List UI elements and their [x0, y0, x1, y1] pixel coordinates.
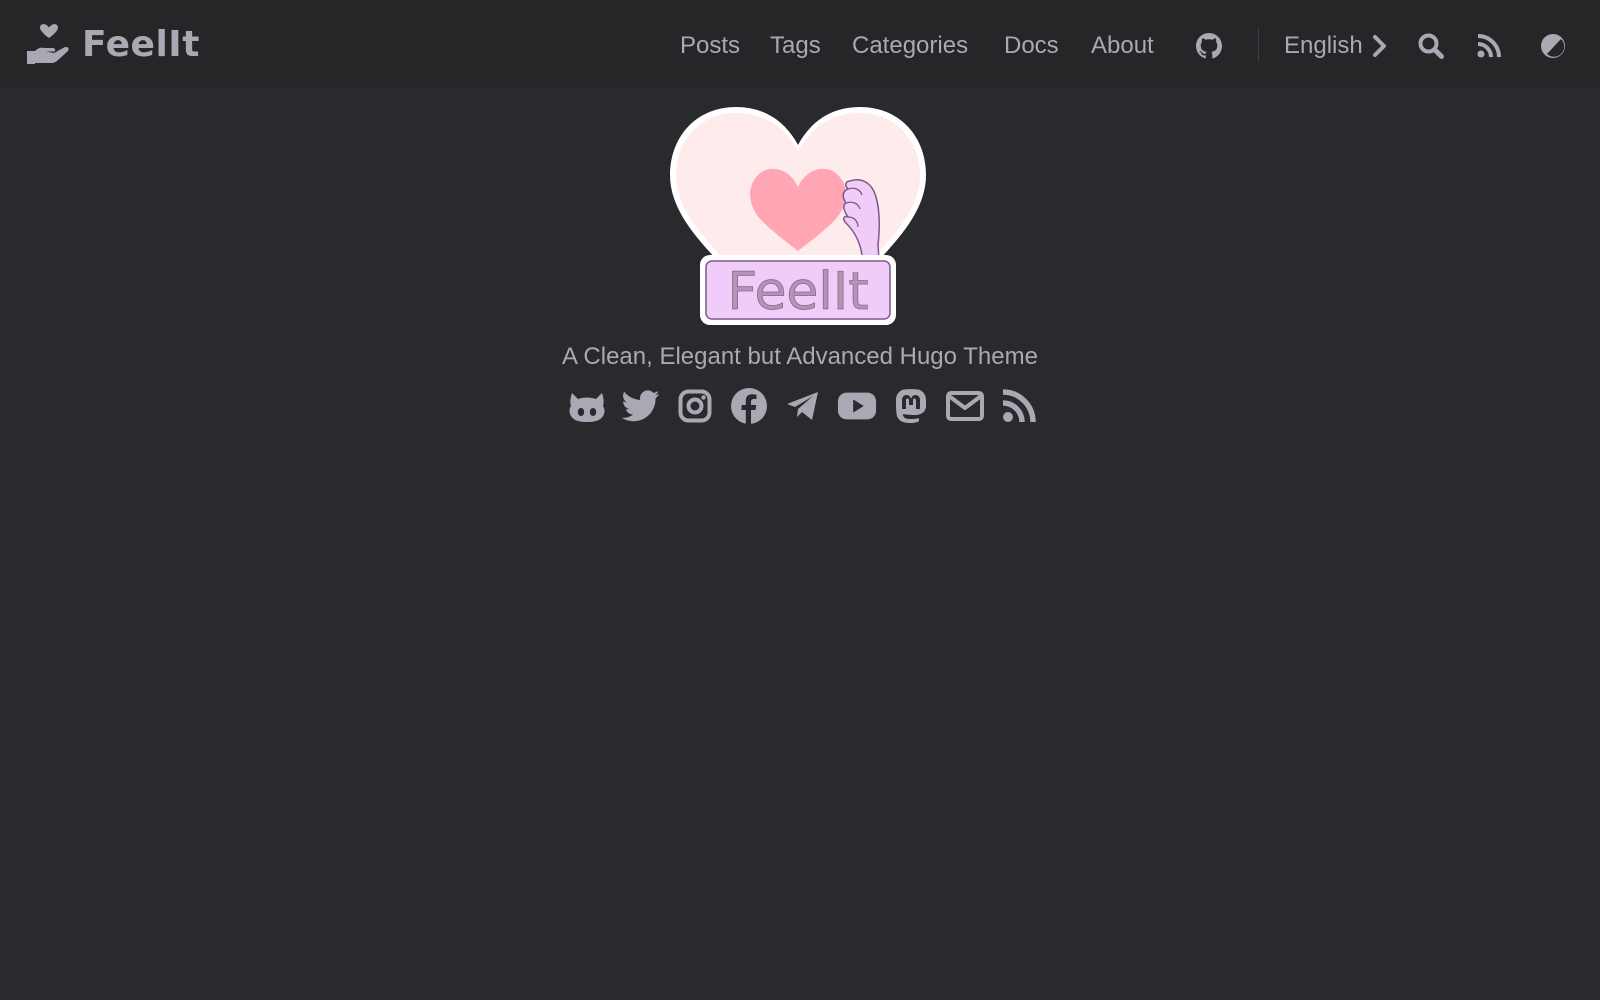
- github-icon[interactable]: [1194, 26, 1224, 66]
- mastodon-icon[interactable]: [891, 386, 931, 426]
- nav-categories[interactable]: Categories: [852, 26, 968, 66]
- nav-docs[interactable]: Docs: [1004, 26, 1059, 66]
- main-nav: Posts Tags Categories Docs About English: [0, 26, 1600, 66]
- nav-posts[interactable]: Posts: [680, 26, 740, 66]
- home-profile: FeelIt A Clean, Elegant but Advanced Hug…: [0, 87, 1600, 1000]
- instagram-icon[interactable]: [675, 386, 715, 426]
- avatar-text: FeelIt: [727, 262, 868, 322]
- nav-divider: [1258, 28, 1259, 62]
- avatar[interactable]: FeelIt: [666, 105, 930, 331]
- github-icon[interactable]: [567, 386, 607, 426]
- nav-about[interactable]: About: [1091, 26, 1154, 66]
- site-header: FeelIt Posts Tags Categories Docs About …: [0, 0, 1600, 87]
- language-selector[interactable]: English: [1284, 26, 1363, 66]
- site-subtitle: A Clean, Elegant but Advanced Hugo Theme: [562, 343, 1038, 370]
- theme-toggle-icon[interactable]: [1538, 26, 1568, 66]
- email-icon[interactable]: [945, 386, 985, 426]
- rss-icon[interactable]: [1474, 26, 1504, 66]
- chevron-right-icon[interactable]: [1370, 26, 1390, 66]
- telegram-icon[interactable]: [783, 386, 823, 426]
- facebook-icon[interactable]: [729, 386, 769, 426]
- search-icon[interactable]: [1416, 26, 1446, 66]
- twitter-icon[interactable]: [621, 386, 661, 426]
- nav-tags[interactable]: Tags: [770, 26, 821, 66]
- rss-icon[interactable]: [999, 386, 1039, 426]
- youtube-icon[interactable]: [837, 386, 877, 426]
